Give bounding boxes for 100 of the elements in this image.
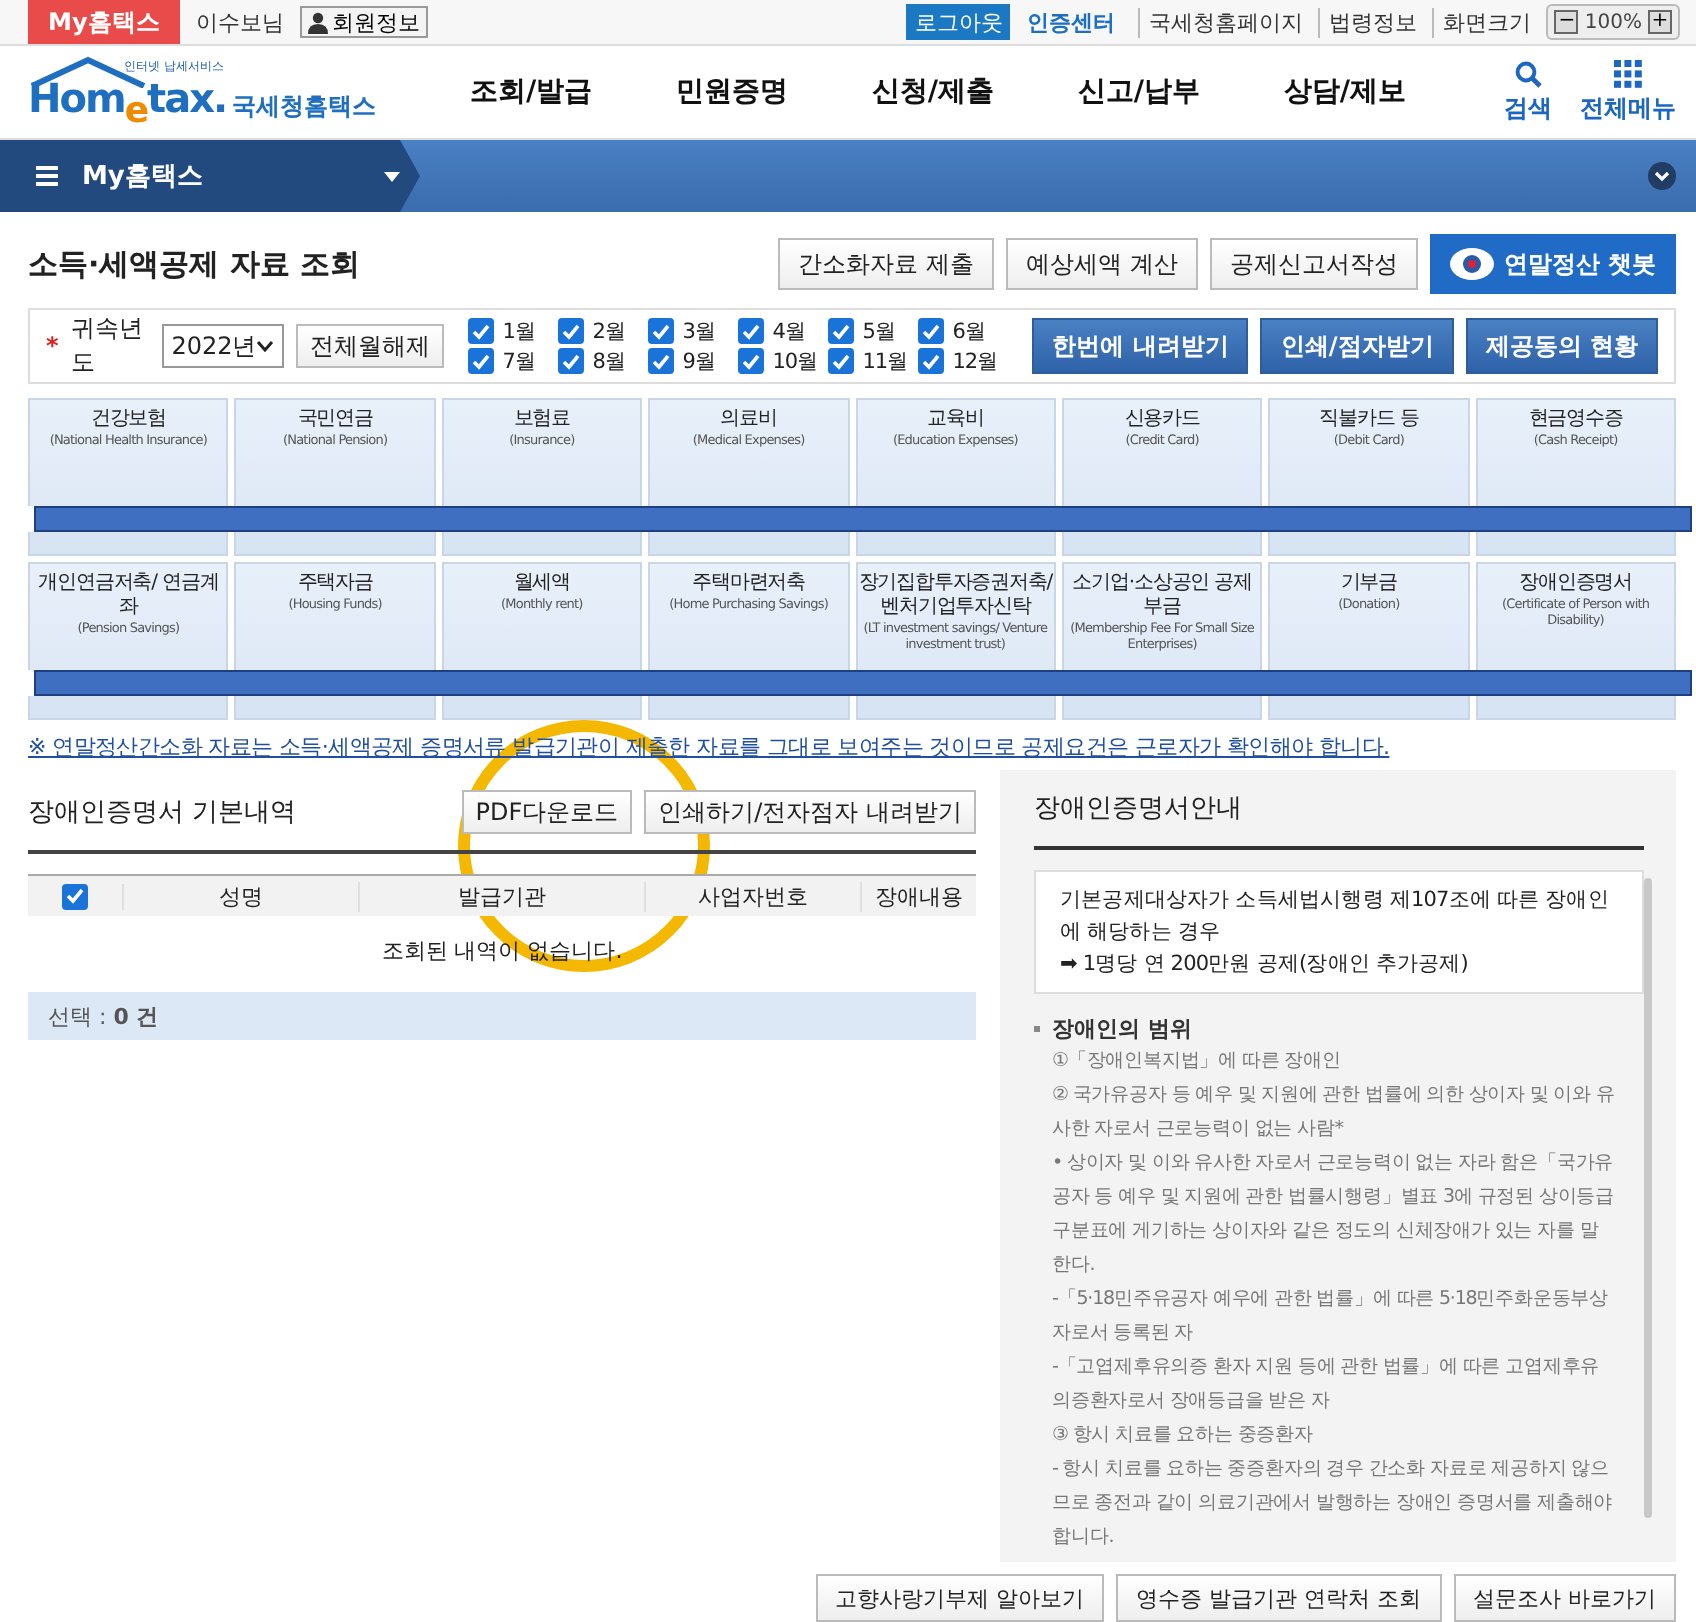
selection-count: 선택 : 0 건 [48,1001,159,1031]
month-checkbox[interactable] [558,318,585,344]
month-checkbox[interactable] [558,348,585,374]
tile-title: 현금영수증 [1528,408,1623,432]
month-label: 4월 [772,317,806,345]
guide-title: 장애인증명서안내 [1034,790,1644,850]
clear-months-button[interactable]: 전체월해제 [296,324,445,368]
download-option-button[interactable]: 한번에 내려받기 [1032,318,1249,374]
month-label: 5월 [862,317,896,345]
caret-icon [256,340,275,352]
main-menu-item[interactable]: 신고/납부 [1077,74,1200,110]
year-label: 귀속년도 [70,312,145,380]
column-header: 장애내용 [873,881,965,911]
my-hometax-button[interactable]: My홈택스 [28,0,180,44]
download-option-button[interactable]: 제공동의 현황 [1465,318,1658,374]
tile-title: 월세액 [513,572,571,596]
zoom-out-button[interactable]: − [1554,10,1579,34]
column-header: 사업자번호 [646,881,862,911]
tile-title: 직불카드 등 [1319,408,1419,432]
top-link[interactable]: 화면크기 [1432,7,1531,37]
guide-text: -「5·18민주유공자 예우에 관한 법률」에 따른 5·18민주화운동부상자로서 등록된 자 [1052,1286,1611,1348]
logout-button[interactable]: 로그아웃 [906,4,1011,40]
month-checkbox[interactable] [918,318,945,344]
top-link[interactable]: 법령정보 [1318,7,1417,37]
download-option-button[interactable]: 인쇄/점자받기 [1260,318,1454,374]
guide-text: • 상이자 및 이와 유사한 자로서 근로능력이 없는 자라 함은「국가유공자 등 예우 및 지원에 관한 법률시행령」별표 3에 규정된 상이등급 구분표에 게기하는 상이자와 같은 정도의 신체장애가 있는 자를 말한다. [1052,1150,1616,1280]
main-menu-item[interactable]: 민원증명 [675,74,788,110]
month-label: 1월 [502,317,536,345]
month-checkbox[interactable] [918,348,945,374]
month-checkbox[interactable] [648,348,675,374]
search-icon [1514,59,1542,87]
month-checkbox[interactable] [828,348,855,374]
main-menu-item[interactable]: 조회/발급 [469,74,593,110]
tile-title: 장기집합투자증권저축/ 벤처기업투자신탁 [857,572,1054,620]
user-name: 이수보님 [195,7,284,37]
guide-summary-text: ➡ 1명당 연 200만원 공제(장애인 추가공제) [1060,950,1471,980]
export-button[interactable]: PDF다운로드 [461,790,633,834]
action-button[interactable]: 예상세액 계산 [1005,238,1198,290]
month-checkbox[interactable] [738,348,765,374]
column-header: 발급기관 [360,881,646,911]
tile-title: 개인연금저축/ 연금계좌 [36,572,221,620]
month-label: 12월 [952,347,999,375]
tile-title: 보험료 [513,408,571,432]
export-button[interactable]: 인쇄하기/전자점자 내려받기 [644,790,976,834]
month-checkbox[interactable] [738,318,765,344]
guide-text: ③ 항시 치료를 요하는 중증환자 [1052,1422,1315,1450]
tile-title: 주택마련저축 [692,572,806,596]
all-menu-button[interactable]: 전체메뉴 [1580,59,1676,125]
chatbot-button[interactable]: 연말정산 챗봇 [1429,234,1676,294]
section-title: 장애인증명서 기본내역 [28,796,297,830]
tile-title: 기부금 [1340,572,1398,596]
tile-title: 주택자금 [297,572,373,596]
tile-title: 소기업·소상공인 공제부금 [1070,572,1254,620]
guide-summary-text: 기본공제대상자가 소득세법시행령 제107조에 따른 장애인에 해당하는 경우 [1060,886,1611,948]
month-label: 7월 [502,347,536,375]
main-menu-item[interactable]: 상담/제보 [1283,74,1406,110]
nav-divider-arrow [400,140,420,212]
collapse-icon[interactable] [1648,162,1676,190]
logo-korean-text: 국세청홈택스 [232,90,377,124]
month-checkbox[interactable] [828,318,855,344]
month-label: 8월 [592,347,626,375]
zoom-value: 100% [1584,11,1642,33]
main-menu-item[interactable]: 신청/제출 [871,74,994,110]
guide-text: ①「장애인복지법」에 따른 장애인 [1052,1048,1343,1076]
zoom-in-button[interactable]: + [1648,10,1672,34]
chatbot-icon [1449,248,1494,280]
scrollbar[interactable] [1644,878,1652,1518]
person-icon [307,11,328,33]
tile-title: 신용카드 [1124,408,1200,432]
guide-text: -「고엽제후유의증 환자 지원 등에 관한 법률」에 따른 고엽제후유의증환자로서 장애등급을 받은 자 [1052,1354,1602,1416]
link-button[interactable]: 설문조사 바로가기 [1453,1574,1676,1622]
select-all-checkbox[interactable] [62,883,88,909]
month-label: 2월 [592,317,626,345]
top-link[interactable]: 국세청홈페이지 [1138,7,1303,37]
guide-text: - 항시 치료를 요하는 중증환자의 경우 간소화 자료로 제공하지 않으므로 종전과 같이 의료기관에서 발행하는 장애인 증명서를 제출해야 합니다. [1052,1456,1615,1552]
cert-center-link[interactable]: 인증센터 [1026,7,1115,37]
tile-title: 장애인증명서 [1519,572,1633,596]
grid-icon [1614,59,1642,87]
member-info-button[interactable]: 회원정보 [299,6,428,38]
month-checkbox[interactable] [648,318,675,344]
link-button[interactable]: 영수증 발급기관 연락처 조회 [1116,1574,1441,1622]
tile-title: 국민연금 [297,408,373,432]
column-header: 성명 [124,881,360,911]
required-mark: * [46,332,59,360]
tile-title: 건강보험 [90,408,166,432]
month-label: 10월 [772,347,819,375]
search-button[interactable]: 검색 [1504,59,1552,125]
action-button[interactable]: 간소화자료 제출 [778,238,994,290]
month-checkbox[interactable] [468,318,495,344]
year-select[interactable]: 2022년 [161,324,285,368]
month-label: 6월 [952,317,986,345]
tile-title: 의료비 [720,408,777,432]
month-label: 11월 [862,347,909,375]
link-button[interactable]: 고향사랑기부제 알아보기 [815,1574,1104,1622]
logo-text: Hom$_{e}$tax. [28,74,227,132]
guide-section-title: 장애인의 범위 [1052,1014,1192,1044]
action-button[interactable]: 공제신고서작성 [1209,238,1418,290]
bullet-icon [1034,1026,1040,1032]
month-checkbox[interactable] [468,348,495,374]
caret-icon [384,171,400,181]
